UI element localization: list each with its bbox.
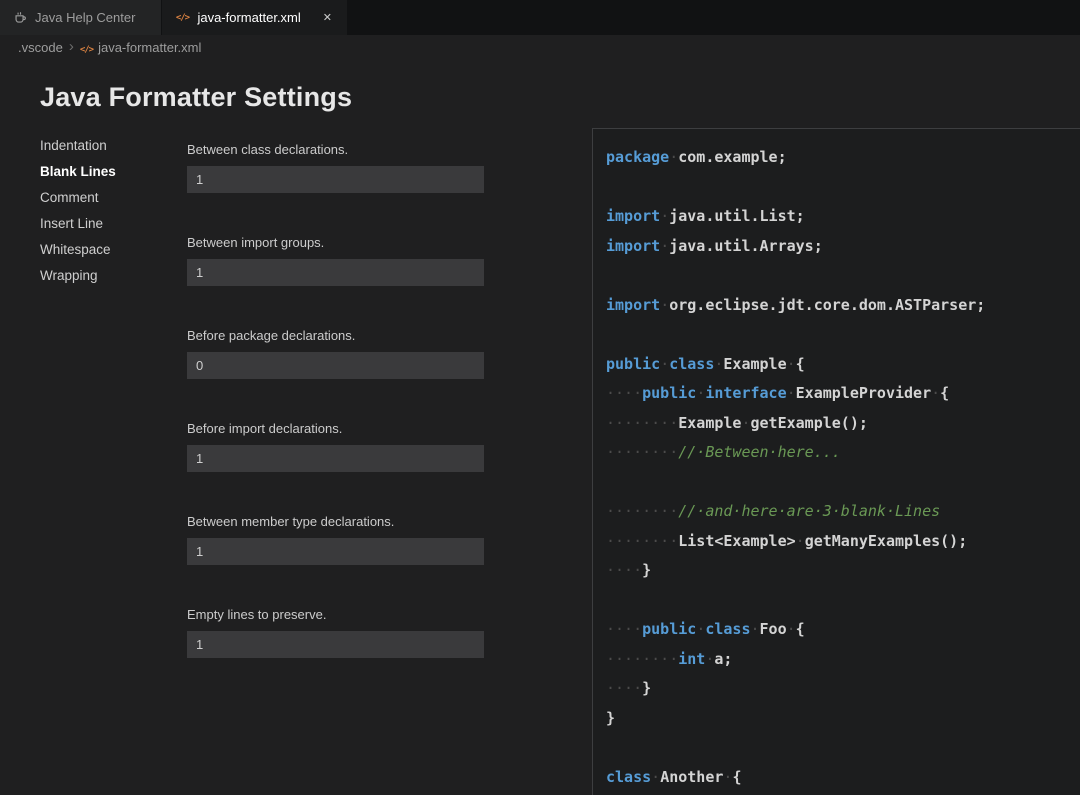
xml-icon: </> [174, 13, 190, 23]
code-line: import·java.util.List; [606, 202, 1072, 232]
sidebar-item-blank-lines[interactable]: Blank Lines [40, 159, 180, 185]
breadcrumb-label: java-formatter.xml [98, 40, 201, 55]
setting-field: Between member type declarations. [187, 513, 484, 565]
sidebar-item-comment[interactable]: Comment [40, 185, 180, 211]
xml-icon: </> [80, 40, 93, 55]
setting-label: Empty lines to preserve. [187, 606, 484, 624]
code-line [606, 261, 1072, 291]
settings-form: Between class declarations. Between impo… [187, 141, 484, 699]
tab-java-help-center[interactable]: Java Help Center [0, 0, 161, 35]
code-line: } [606, 704, 1072, 734]
code-preview-panel: package·com.example; import·java.util.Li… [592, 128, 1080, 795]
setting-label: Before import declarations. [187, 420, 484, 438]
code-line: ····public·interface·ExampleProvider·{ [606, 379, 1072, 409]
code-line: package·com.example; [606, 143, 1072, 173]
setting-label: Between import groups. [187, 234, 484, 252]
code-line: ········int·a; [606, 645, 1072, 675]
code-line: ········//·and·here·are·3·blank·Lines [606, 497, 1072, 527]
setting-label: Between member type declarations. [187, 513, 484, 531]
settings-category-nav: IndentationBlank LinesCommentInsert Line… [40, 133, 180, 289]
tab-label: Java Help Center [35, 10, 135, 25]
code-line: public·class·Example·{ [606, 350, 1072, 380]
code-line: import·java.util.Arrays; [606, 232, 1072, 262]
close-icon[interactable]: ✕ [320, 10, 335, 25]
setting-input-before-import-declarations[interactable] [187, 445, 484, 472]
code-line: ········//·Between·here... [606, 438, 1072, 468]
code-line: ····} [606, 674, 1072, 704]
code-line: ········Example·getExample(); [606, 409, 1072, 439]
sidebar-item-wrapping[interactable]: Wrapping [40, 263, 180, 289]
breadcrumb-item-vscode[interactable]: .vscode [18, 40, 63, 55]
code-line [606, 586, 1072, 616]
breadcrumb-label: .vscode [18, 40, 63, 55]
setting-input-empty-lines-to-preserve[interactable] [187, 631, 484, 658]
setting-field: Empty lines to preserve. [187, 606, 484, 658]
java-help-icon [12, 11, 28, 25]
code-line [606, 320, 1072, 350]
page-title: Java Formatter Settings [40, 82, 352, 113]
breadcrumb: .vscode › </> java-formatter.xml [0, 35, 1080, 59]
code-line [606, 468, 1072, 498]
setting-input-between-import-groups[interactable] [187, 259, 484, 286]
tab-java-formatter-xml[interactable]: </> java-formatter.xml ✕ [162, 0, 347, 35]
code-line: ········List<Example>·getManyExamples(); [606, 527, 1072, 557]
tab-label: java-formatter.xml [197, 10, 300, 25]
setting-field: Between import groups. [187, 234, 484, 286]
sidebar-item-indentation[interactable]: Indentation [40, 133, 180, 159]
vscode-window: Java Help Center </> java-formatter.xml … [0, 0, 1080, 795]
setting-field: Between class declarations. [187, 141, 484, 193]
setting-input-between-member-type-declarations[interactable] [187, 538, 484, 565]
sidebar-item-insert-line[interactable]: Insert Line [40, 211, 180, 237]
sidebar-item-whitespace[interactable]: Whitespace [40, 237, 180, 263]
setting-input-between-class-declarations[interactable] [187, 166, 484, 193]
setting-field: Before package declarations. [187, 327, 484, 379]
chevron-right-icon: › [68, 39, 75, 56]
editor-tab-bar: Java Help Center </> java-formatter.xml … [0, 0, 1080, 35]
setting-label: Between class declarations. [187, 141, 484, 159]
code-line [606, 733, 1072, 763]
code-line [606, 173, 1072, 203]
setting-label: Before package declarations. [187, 327, 484, 345]
code-line: class·Another·{ [606, 763, 1072, 793]
code-line: ····} [606, 556, 1072, 586]
setting-field: Before import declarations. [187, 420, 484, 472]
setting-input-before-package-declarations[interactable] [187, 352, 484, 379]
code-line: ····public·class·Foo·{ [606, 615, 1072, 645]
code-line: import·org.eclipse.jdt.core.dom.ASTParse… [606, 291, 1072, 321]
breadcrumb-item-java-formatter-xml[interactable]: </> java-formatter.xml [80, 40, 202, 55]
